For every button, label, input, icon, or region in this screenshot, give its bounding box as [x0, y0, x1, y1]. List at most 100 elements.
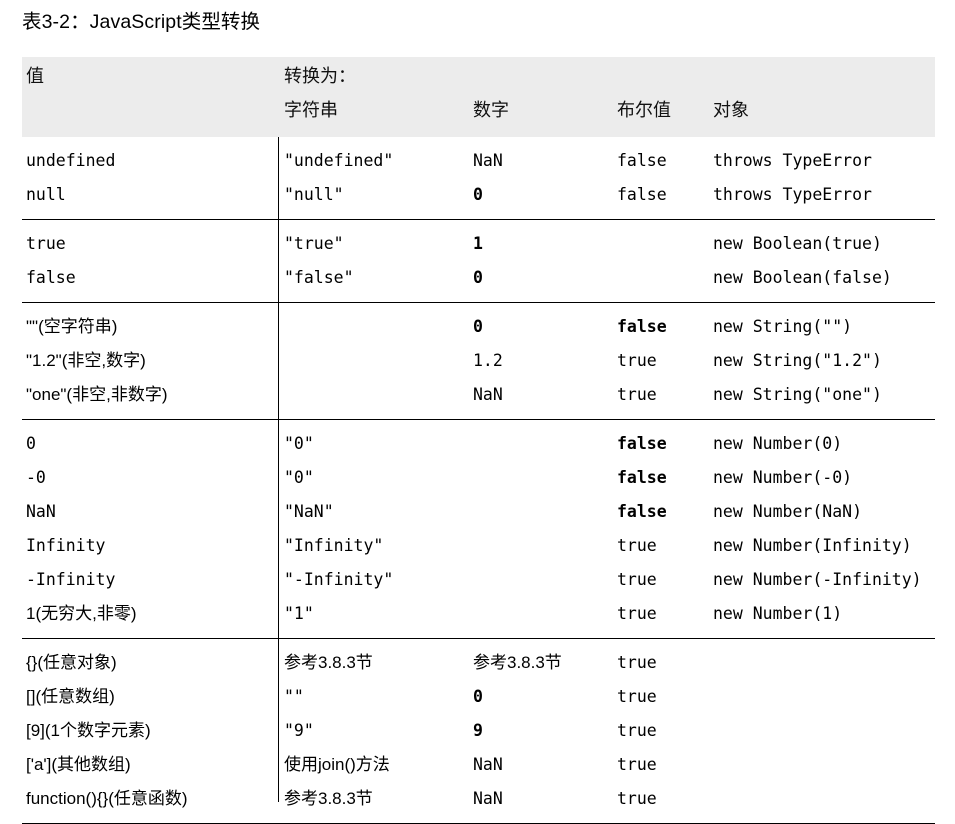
cell-object: throws TypeError [713, 185, 872, 204]
cell-object: new Boolean(false) [713, 268, 892, 287]
cell-value: "1.2"(非空,数字) [26, 351, 146, 370]
table-row: -Infinity "-Infinity" true new Number(-Infi… [22, 563, 935, 597]
column-header-convert-to: 转换为： [284, 66, 356, 86]
cell-value: 0 [26, 434, 36, 453]
cell-boolean: false [617, 185, 667, 204]
cell-number: 0 [473, 185, 483, 204]
cell-value: [9](1个数字元素) [26, 721, 151, 740]
cell-string: "undefined" [284, 151, 394, 170]
cell-boolean: true [617, 570, 657, 589]
row-group: true "true" 1 new Boolean(true) false "false"… [22, 219, 935, 295]
table-row: "one"(非空,非数字) NaN true new String("one") [22, 378, 935, 412]
table-row: 1(无穷大,非零) "1" true new Number(1) [22, 597, 935, 631]
table-row: undefined "undefined" NaN false throws TypeE… [22, 144, 935, 178]
table-row: false "false" 0 new Boolean(false) [22, 261, 935, 295]
cell-string: "NaN" [284, 502, 334, 521]
cell-string: "0" [284, 468, 314, 487]
cell-boolean: true [617, 721, 657, 740]
cell-object: new Number(Infinity) [713, 536, 912, 555]
type-conversion-table: 值 转换为： 字符串 数字 布尔值 对象 undefined "undefined… [22, 57, 935, 824]
cell-object: new String("1.2") [713, 351, 882, 370]
cell-number: 0 [473, 268, 483, 287]
cell-object: new Boolean(true) [713, 234, 882, 253]
cell-value: "one"(非空,非数字) [26, 385, 168, 404]
table-row: true "true" 1 new Boolean(true) [22, 227, 935, 261]
cell-object: new Number(-0) [713, 468, 853, 487]
cell-value: Infinity [26, 536, 106, 555]
cell-value: function(){}(任意函数) [26, 789, 188, 808]
cell-string: "true" [284, 234, 344, 253]
table-row: [9](1个数字元素) "9" 9 true [22, 714, 935, 748]
row-group: 0 "0" false new Number(0) -0 "0" false new Numb… [22, 419, 935, 631]
cell-boolean: true [617, 351, 657, 370]
cell-value: NaN [26, 502, 56, 521]
page-root: 表3-2：JavaScript类型转换 值 转换为： 字符串 数字 布尔值 对象… [0, 0, 955, 824]
cell-boolean: false [617, 434, 667, 453]
table-row: {}(任意对象) 参考3.8.3节 参考3.8.3节 true [22, 646, 935, 680]
table-caption: 表3-2：JavaScript类型转换 [22, 11, 261, 33]
table-row: function(){}(任意函数) 参考3.8.3节 NaN true [22, 782, 935, 816]
cell-value: [](任意数组) [26, 687, 115, 706]
cell-number: 0 [473, 687, 483, 706]
cell-value: ['a'](其他数组) [26, 755, 131, 774]
cell-object: new Number(-Infinity) [713, 570, 922, 589]
row-group: {}(任意对象) 参考3.8.3节 参考3.8.3节 true [](任意数组) "" 0 t… [22, 638, 935, 816]
cell-value: -0 [26, 468, 46, 487]
table-row: ""(空字符串) 0 false new String("") [22, 310, 935, 344]
cell-number: NaN [473, 151, 503, 170]
cell-object: new String("") [713, 317, 853, 336]
cell-object: new String("one") [713, 385, 882, 404]
table-row: ['a'](其他数组) 使用join()方法 NaN true [22, 748, 935, 782]
cell-value: {}(任意对象) [26, 653, 117, 672]
cell-string: "1" [284, 604, 314, 623]
cell-boolean: true [617, 385, 657, 404]
cell-boolean: false [617, 317, 667, 336]
cell-string: 参考3.8.3节 [284, 653, 373, 672]
table-row: 0 "0" false new Number(0) [22, 427, 935, 461]
cell-string: "false" [284, 268, 354, 287]
cell-number: NaN [473, 755, 503, 774]
cell-value: null [26, 185, 66, 204]
cell-boolean: true [617, 604, 657, 623]
cell-boolean: true [617, 653, 657, 672]
cell-number: 1.2 [473, 351, 503, 370]
cell-boolean: false [617, 502, 667, 521]
cell-object: throws TypeError [713, 151, 872, 170]
cell-object: new Number(0) [713, 434, 843, 453]
column-header-boolean: 布尔值 [617, 100, 671, 120]
column-header-value: 值 [26, 66, 44, 86]
table-row: null "null" 0 false throws TypeError [22, 178, 935, 212]
table-row: [](任意数组) "" 0 true [22, 680, 935, 714]
table-header-row: 值 转换为： 字符串 数字 布尔值 对象 [22, 57, 935, 137]
cell-boolean: true [617, 755, 657, 774]
cell-number: NaN [473, 789, 503, 808]
table-row: Infinity "Infinity" true new Number(Infinit… [22, 529, 935, 563]
cell-value: undefined [26, 151, 116, 170]
cell-boolean: false [617, 468, 667, 487]
cell-string: "9" [284, 721, 314, 740]
cell-boolean: false [617, 151, 667, 170]
cell-number: 参考3.8.3节 [473, 653, 562, 672]
cell-boolean: true [617, 687, 657, 706]
cell-string: "0" [284, 434, 314, 453]
cell-boolean: true [617, 536, 657, 555]
cell-number: 0 [473, 317, 483, 336]
table-row: "1.2"(非空,数字) 1.2 true new String("1.2") [22, 344, 935, 378]
cell-boolean: true [617, 789, 657, 808]
table-row: NaN "NaN" false new Number(NaN) [22, 495, 935, 529]
cell-number: 9 [473, 721, 483, 740]
cell-value: 1(无穷大,非零) [26, 604, 137, 623]
cell-value: true [26, 234, 66, 253]
cell-string: 参考3.8.3节 [284, 789, 373, 808]
cell-string: "null" [284, 185, 344, 204]
cell-object: new Number(NaN) [713, 502, 863, 521]
cell-string: "-Infinity" [284, 570, 394, 589]
table-body: undefined "undefined" NaN false throws TypeE… [22, 144, 935, 824]
cell-object: new Number(1) [713, 604, 843, 623]
column-header-object: 对象 [713, 100, 749, 120]
row-group: undefined "undefined" NaN false throws TypeE… [22, 144, 935, 212]
cell-number: NaN [473, 385, 503, 404]
cell-value: ""(空字符串) [26, 317, 118, 336]
cell-string: "" [284, 687, 304, 706]
row-group: ""(空字符串) 0 false new String("") "1.2"(非空,数字)… [22, 302, 935, 412]
